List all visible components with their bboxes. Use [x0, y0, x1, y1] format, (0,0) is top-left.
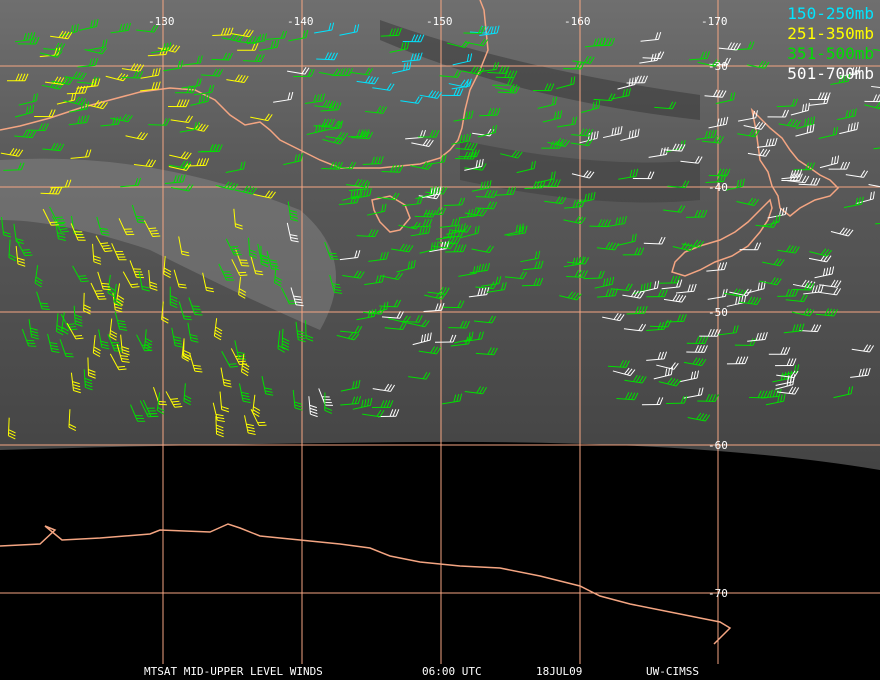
product-title: MTSAT MID-UPPER LEVEL WINDS — [144, 665, 323, 678]
lon-label: -130 — [148, 15, 175, 28]
caption-bar: MTSAT MID-UPPER LEVEL WINDS 06:00 UTC 18… — [0, 664, 880, 680]
coastline-antarctica — [0, 523, 732, 645]
legend-item-501-700mb: 501-700mb — [787, 64, 874, 83]
legend-item-351-500mb: 351-500mb — [787, 44, 874, 63]
lon-label: -150 — [426, 15, 453, 28]
wind-map: -130 -140 -150 -160 -170 -30 -40 -50 -60… — [0, 0, 880, 680]
lon-label: -160 — [564, 15, 591, 28]
lat-label: -30 — [708, 60, 728, 73]
legend-item-150-250mb: 150-250mb — [787, 4, 874, 23]
legend-item-251-350mb: 251-350mb — [787, 24, 874, 43]
data-source: UW-CIMSS — [646, 665, 699, 678]
lat-label: -50 — [708, 306, 728, 319]
pressure-legend: 150-250mb 251-350mb 351-500mb 501-700mb — [787, 4, 874, 84]
lat-label: -70 — [708, 587, 728, 600]
valid-date: 18JUL09 — [536, 665, 583, 678]
lon-label: -140 — [287, 15, 314, 28]
satellite-map-canvas: -130 -140 -150 -160 -170 -30 -40 -50 -60… — [0, 0, 880, 664]
valid-time: 06:00 UTC — [422, 665, 482, 678]
lon-label: -170 — [701, 15, 728, 28]
lat-label: -60 — [708, 439, 728, 452]
lat-label: -40 — [708, 181, 728, 194]
